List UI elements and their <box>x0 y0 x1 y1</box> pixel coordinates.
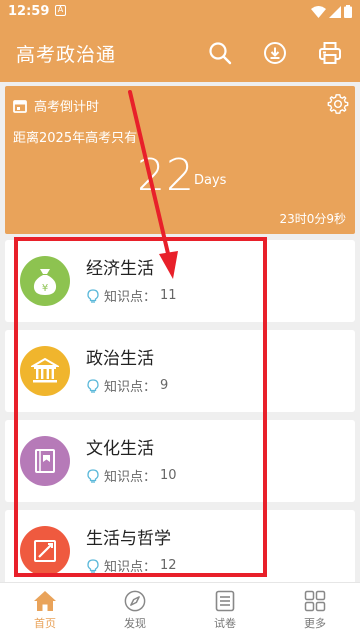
knowledge-count: 知识点： 10 <box>86 466 177 485</box>
wifi-icon <box>311 5 326 18</box>
bottom-nav: 首页 发现 试卷 更多 <box>0 582 360 639</box>
knowledge-label: 知识点： <box>104 380 157 395</box>
settings-gear-icon[interactable] <box>327 93 349 115</box>
countdown-subtitle: 距离2025年高考只有 <box>13 131 138 146</box>
nav-discover[interactable]: 发现 <box>90 583 180 639</box>
nav-more[interactable]: 更多 <box>270 583 360 639</box>
compass-icon <box>124 590 146 612</box>
knowledge-label: 知识点： <box>104 560 157 575</box>
money-bag-icon: ¥ <box>20 256 70 306</box>
nav-more-label: 更多 <box>304 617 326 630</box>
card-title: 政治生活 <box>86 349 154 369</box>
exam-countdown-card[interactable]: 高考倒计时 距离2025年高考只有 22 Days 23时0分9秒 <box>5 86 355 234</box>
lightbulb-icon <box>87 288 99 303</box>
countdown-time-left: 23时0分9秒 <box>279 212 346 226</box>
card-economic-life[interactable]: ¥ 经济生活 知识点： 11 <box>5 240 355 322</box>
card-title: 文化生活 <box>86 439 154 459</box>
lightbulb-icon <box>87 468 99 483</box>
drafting-icon <box>20 526 70 576</box>
status-bar: 12:59 A <box>0 0 360 24</box>
app-title: 高考政治通 <box>16 44 117 66</box>
knowledge-label: 知识点： <box>104 290 157 305</box>
knowledge-label: 知识点： <box>104 470 157 485</box>
grid-icon <box>304 590 326 612</box>
countdown-days-unit: Days <box>194 173 227 188</box>
print-button[interactable] <box>316 39 344 67</box>
nav-home-label: 首页 <box>34 617 56 630</box>
countdown-days-number: 22 <box>137 150 195 201</box>
book-icon <box>20 436 70 486</box>
knowledge-number: 12 <box>160 558 177 573</box>
government-building-icon <box>20 346 70 396</box>
paper-icon <box>215 590 235 612</box>
nav-papers-label: 试卷 <box>214 617 236 630</box>
status-time: 12:59 <box>8 4 50 19</box>
download-button[interactable] <box>261 39 289 67</box>
lightbulb-icon <box>87 558 99 573</box>
download-icon <box>264 42 286 64</box>
countdown-header: 高考倒计时 <box>13 96 99 115</box>
card-life-and-philosophy[interactable]: 生活与哲学 知识点： 12 <box>5 510 355 592</box>
search-icon <box>209 42 232 65</box>
knowledge-number: 11 <box>160 288 177 303</box>
nav-papers[interactable]: 试卷 <box>180 583 270 639</box>
app-bar: 高考政治通 <box>0 24 360 82</box>
card-political-life[interactable]: 政治生活 知识点： 9 <box>5 330 355 412</box>
status-icons <box>311 5 352 18</box>
countdown-title: 高考倒计时 <box>34 100 100 115</box>
nav-home[interactable]: 首页 <box>0 583 90 639</box>
battery-icon <box>344 5 352 18</box>
svg-text:¥: ¥ <box>42 283 48 294</box>
knowledge-number: 10 <box>160 468 177 483</box>
printer-icon <box>319 42 341 64</box>
calendar-icon <box>13 99 27 113</box>
nav-discover-label: 发现 <box>124 617 146 630</box>
home-icon <box>34 591 56 611</box>
notification-a-icon: A <box>55 5 66 16</box>
knowledge-count: 知识点： 9 <box>86 376 168 395</box>
card-title: 生活与哲学 <box>86 529 171 549</box>
lightbulb-icon <box>87 378 99 393</box>
search-button[interactable] <box>206 39 234 67</box>
signal-icon <box>329 5 341 18</box>
card-title: 经济生活 <box>86 259 154 279</box>
knowledge-count: 知识点： 11 <box>86 286 177 305</box>
knowledge-number: 9 <box>160 378 169 393</box>
card-cultural-life[interactable]: 文化生活 知识点： 10 <box>5 420 355 502</box>
knowledge-count: 知识点： 12 <box>86 556 177 575</box>
